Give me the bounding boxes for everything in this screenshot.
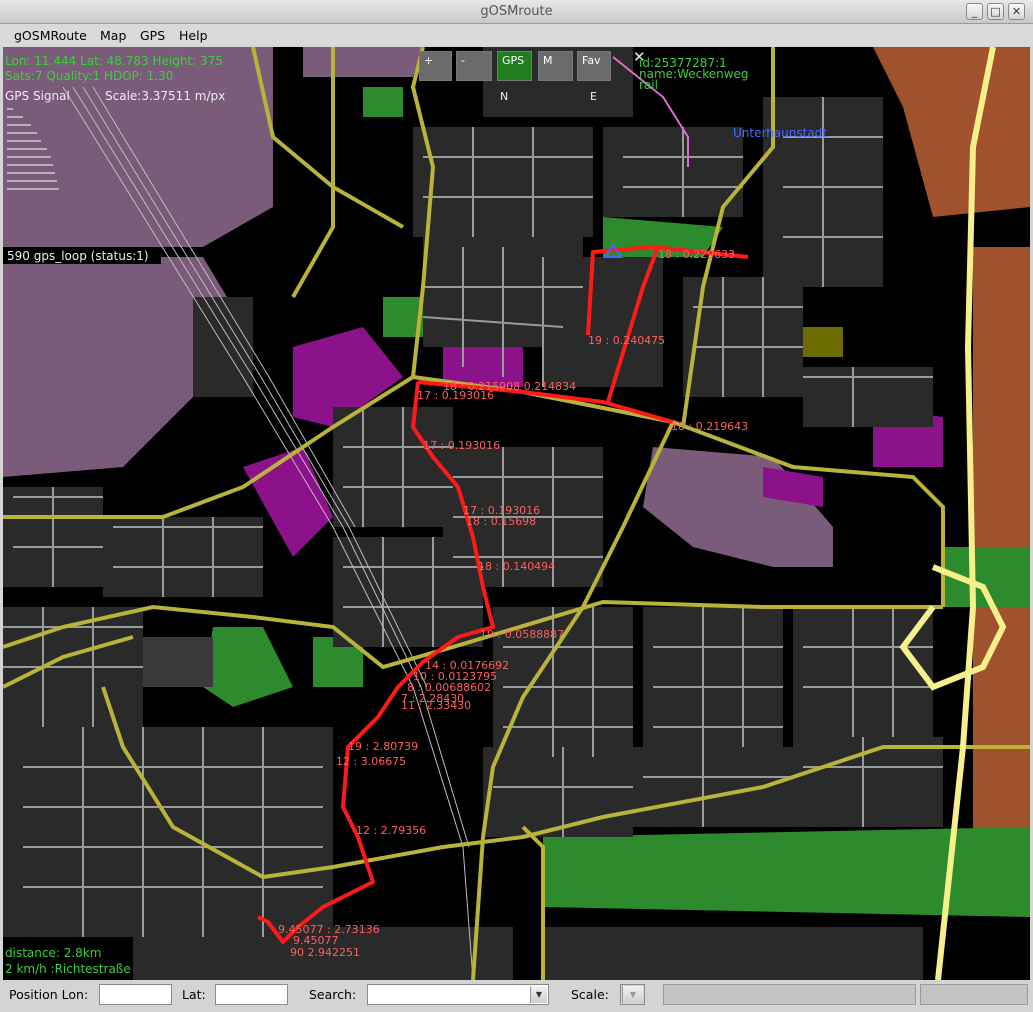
route-label: 17 : 0.193016 [417, 389, 495, 402]
scale-combobox[interactable]: ▼ [620, 984, 645, 1005]
route-label: 19 : 0.0588887 [480, 628, 565, 641]
window-titlebar: gOSMroute _ □ ✕ [0, 0, 1033, 24]
minimize-button[interactable]: _ [966, 3, 983, 20]
map-scale-readout: Scale:3.37511 m/px [105, 89, 226, 103]
close-window-button[interactable]: ✕ [1008, 3, 1025, 20]
route-label: 90 2.942251 [290, 946, 360, 959]
map-canvas[interactable]: Lon: 11.444 Lat: 48.783 Height: 375 Sats… [3, 47, 1030, 980]
gps-follow-button[interactable]: GPS [497, 51, 532, 81]
zoom-out-button[interactable]: - [456, 51, 492, 81]
search-combobox[interactable]: ▼ [367, 984, 549, 1005]
m-button[interactable]: M [538, 51, 573, 81]
distance-readout: distance: 2.8km [5, 946, 102, 960]
gps-signal-label: GPS Signal [5, 89, 70, 103]
compass-north-label: N [500, 90, 509, 103]
way-type-label: rail [639, 78, 658, 92]
industrial-area [643, 447, 833, 567]
chevron-down-icon[interactable]: ▼ [530, 986, 547, 1003]
park-area [543, 827, 1030, 917]
status-bar: Position Lon: Lat: Search: ▼ Scale: ▼ [0, 980, 1033, 1012]
compass-east-label: E [590, 90, 597, 103]
route-label: 12 : 3.06675 [336, 755, 407, 768]
menu-map[interactable]: Map [100, 28, 126, 43]
position-lon-label: Position Lon: [9, 987, 89, 1002]
route-label: 19 : 0.240475 [588, 334, 666, 347]
route-label: 18 : 0.219643 [671, 420, 749, 433]
status-panel [920, 984, 1028, 1005]
maximize-button[interactable]: □ [987, 3, 1004, 20]
speed-street-readout: 2 km/h :Richtestraße [5, 962, 131, 976]
gps-quality-readout: Sats:7 Quality:1 HDOP: 1.30 [5, 69, 174, 83]
menu-help[interactable]: Help [179, 28, 208, 43]
position-lon-input[interactable] [99, 984, 172, 1005]
position-lat-input[interactable] [215, 984, 288, 1005]
farmland-area [873, 47, 1030, 217]
window-title: gOSMroute [480, 4, 553, 19]
olive-area [803, 327, 843, 357]
position-lat-label: Lat: [182, 987, 206, 1002]
chevron-down-icon[interactable]: ▼ [622, 986, 643, 1003]
scale-label: Scale: [571, 987, 609, 1002]
place-label: Unterhaunstadt [733, 126, 828, 140]
gps-position-readout: Lon: 11.444 Lat: 48.783 Height: 375 [5, 54, 223, 68]
gps-loop-status: 590 gps_loop (status:1) [3, 248, 161, 264]
route-label: 11 : 2.33430 [401, 699, 472, 712]
favorites-button[interactable]: Fav [577, 51, 611, 81]
route-label: 18 : 0.15698 [466, 515, 537, 528]
parking-area [133, 637, 213, 687]
progress-bar [663, 984, 916, 1005]
zoom-in-button[interactable]: + [419, 51, 452, 81]
menu-gosmroute[interactable]: gOSMRoute [14, 28, 87, 43]
search-label: Search: [309, 987, 357, 1002]
park-area [203, 627, 293, 707]
menu-bar: gOSMRoute Map GPS Help [0, 24, 1033, 46]
park-area [363, 87, 403, 117]
route-label: 18 : 0.229633 [658, 248, 736, 261]
route-label: 12 : 2.79356 [356, 824, 427, 837]
route-label: 17 : 0.193016 [423, 439, 501, 452]
route-label: 19 : 2.80739 [348, 740, 419, 753]
industrial-area [303, 47, 423, 77]
menu-gps[interactable]: GPS [140, 28, 165, 43]
route-label: 18 : 0.140494 [478, 560, 556, 573]
